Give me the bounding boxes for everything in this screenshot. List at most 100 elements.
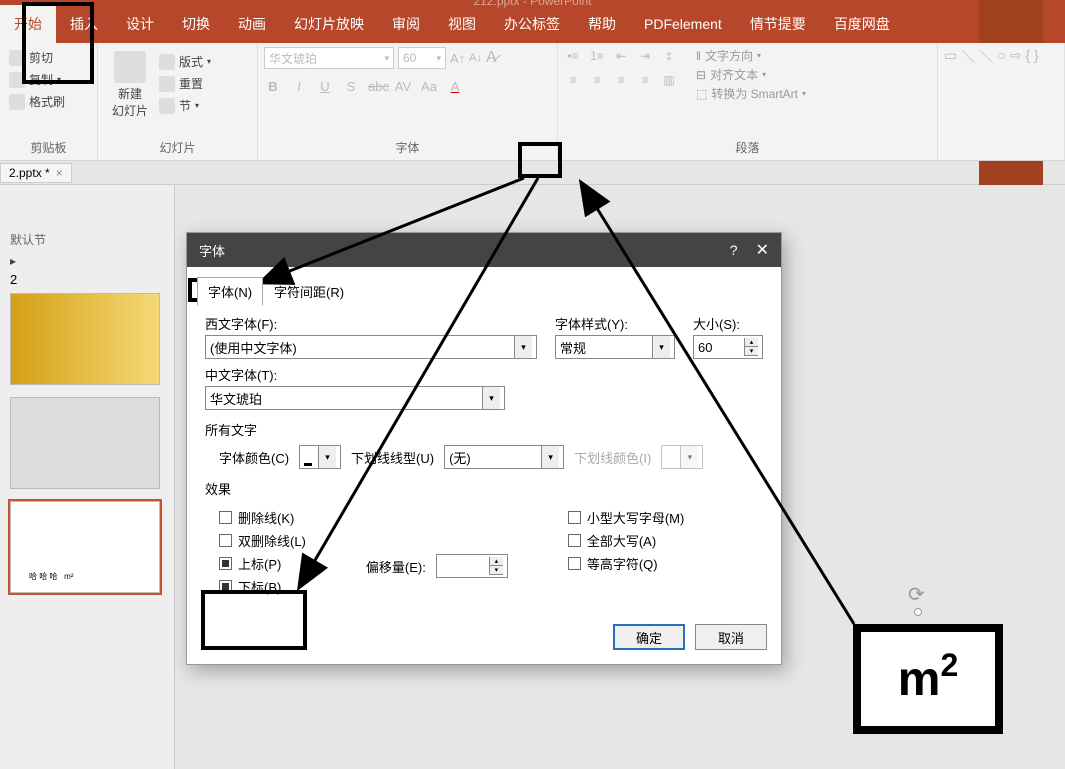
numbering-button[interactable]: 1≡ — [588, 47, 606, 65]
tab-home[interactable]: 开始 — [0, 5, 56, 43]
shape-line2-icon[interactable]: ＼ — [979, 47, 993, 67]
font-color-button[interactable]: A — [446, 79, 464, 94]
dropdown-icon: ▾ — [680, 446, 698, 468]
underline-button[interactable]: U — [316, 79, 334, 94]
align-center-button[interactable]: ≡ — [588, 71, 606, 89]
section-title[interactable]: 默认节 — [10, 231, 164, 248]
spin-up-icon[interactable]: ▴ — [745, 338, 758, 347]
text-direction-button[interactable]: ‖文字方向▾ — [696, 47, 806, 64]
indent-inc-button[interactable]: ⇥ — [636, 47, 654, 65]
spacing-button[interactable]: AV — [394, 79, 412, 94]
ok-button[interactable]: 确定 — [613, 624, 685, 650]
document-tab[interactable]: 2.pptx * × — [0, 163, 72, 183]
thumbnail-3[interactable] — [10, 397, 160, 489]
shape-ellipse-icon[interactable]: ○ — [997, 47, 1005, 63]
close-icon[interactable]: ✕ — [756, 240, 769, 260]
cjk-font-combo[interactable]: 华文琥珀▾ — [205, 386, 505, 410]
allcaps-label: 全部大写(A) — [587, 531, 656, 550]
rotate-handle-icon[interactable]: ⟳ — [908, 582, 925, 607]
format-painter-button[interactable]: 格式刷 — [6, 91, 68, 112]
tab-insert[interactable]: 插入 — [56, 5, 112, 43]
cancel-button[interactable]: 取消 — [695, 624, 767, 650]
selection-handle[interactable] — [914, 608, 922, 616]
shape-line-icon[interactable]: ＼ — [961, 47, 975, 67]
shape-arrow-icon[interactable]: ⇨ — [1010, 47, 1022, 64]
tab-design[interactable]: 设计 — [112, 5, 168, 43]
dialog-title: 字体 — [199, 241, 225, 260]
columns-button[interactable]: ▥ — [660, 71, 678, 89]
case-button[interactable]: Aa — [420, 79, 438, 94]
font-name-combo[interactable]: 华文琥珀▾ — [264, 47, 394, 69]
font-size-spinner[interactable]: 60▴▾ — [693, 335, 763, 359]
thumbnail-4[interactable]: 哈 哈 哈 m² — [10, 501, 160, 593]
layout-button[interactable]: 版式▾ — [156, 51, 214, 72]
superscript-checkbox[interactable]: 上标(P) — [219, 554, 306, 573]
shape-rect-icon[interactable]: ▭ — [944, 47, 957, 64]
font-style-combo[interactable]: 常规▾ — [555, 335, 675, 359]
tab-animation[interactable]: 动画 — [224, 5, 280, 43]
dropdown-icon: ▾ — [318, 446, 336, 468]
alltext-header: 所有文字 — [205, 420, 763, 439]
reset-button[interactable]: 重置 — [156, 73, 214, 94]
underline-type-combo[interactable]: (无)▾ — [444, 445, 564, 469]
tab-pdfelement[interactable]: PDFelement — [630, 5, 736, 43]
cut-button[interactable]: 剪切 — [6, 47, 68, 68]
smartart-label: 转换为 SmartArt — [711, 85, 798, 102]
new-slide-label1: 新建 — [118, 85, 142, 102]
new-slide-button[interactable]: 新建 幻灯片 — [104, 47, 156, 123]
shadow-button[interactable]: S — [342, 79, 360, 94]
section-button[interactable]: 节▾ — [156, 95, 214, 116]
latin-font-combo[interactable]: (使用中文字体)▾ — [205, 335, 537, 359]
tab-help[interactable]: 帮助 — [574, 5, 630, 43]
shrink-font-button[interactable]: A↓ — [469, 52, 482, 64]
help-icon[interactable]: ? — [730, 242, 738, 258]
ribbon-body: 剪切 复制▾ 格式刷 剪贴板 新建 幻灯片 版式▾ 重置 节▾ 幻灯片 华 — [0, 43, 1065, 161]
allcaps-checkbox[interactable]: 全部大写(A) — [568, 531, 685, 550]
tab-officetab[interactable]: 办公标签 — [490, 5, 574, 43]
dialog-tab-spacing[interactable]: 字符间距(R) — [263, 277, 355, 306]
tab-view[interactable]: 视图 — [434, 5, 490, 43]
shape-brace-icon[interactable]: { } — [1025, 47, 1038, 63]
smartart-button[interactable]: ⬚转换为 SmartArt▾ — [696, 85, 806, 102]
clear-format-button[interactable]: A̷ — [486, 49, 497, 67]
spin-down-icon[interactable]: ▾ — [490, 566, 503, 575]
align-left-button[interactable]: ≡ — [564, 71, 582, 89]
italic-button[interactable]: I — [290, 79, 308, 94]
font-dialog: 字体 ? ✕ 字体(N) 字符间距(R) 西文字体(F): (使用中文字体)▾ … — [186, 232, 782, 665]
strike-button[interactable]: abc — [368, 79, 386, 94]
dialog-titlebar[interactable]: 字体 ? ✕ — [187, 233, 781, 267]
font-color-picker[interactable]: ▾ — [299, 445, 341, 469]
font-size-combo[interactable]: 60▾ — [398, 47, 446, 69]
tab-transition[interactable]: 切换 — [168, 5, 224, 43]
thumbnail-2[interactable] — [10, 293, 160, 385]
dropdown-icon: ▾ — [436, 53, 441, 64]
spin-down-icon[interactable]: ▾ — [745, 347, 758, 356]
dialog-tab-font[interactable]: 字体(N) — [197, 277, 263, 306]
underline-color-label: 下划线颜色(I) — [574, 448, 651, 467]
tab-review[interactable]: 审阅 — [378, 5, 434, 43]
tab-baidu[interactable]: 百度网盘 — [820, 5, 904, 43]
effects-header: 效果 — [205, 479, 763, 498]
align-right-button[interactable]: ≡ — [612, 71, 630, 89]
offset-spinner[interactable]: ▴▾ — [436, 554, 508, 578]
equalheight-checkbox[interactable]: 等高字符(Q) — [568, 554, 685, 573]
indent-dec-button[interactable]: ⇤ — [612, 47, 630, 65]
smallcaps-checkbox[interactable]: 小型大写字母(M) — [568, 508, 685, 527]
tab-slideshow[interactable]: 幻灯片放映 — [280, 5, 378, 43]
dropdown-icon: ▾ — [384, 53, 389, 64]
group-paragraph: •≡ 1≡ ⇤ ⇥ ‡ ≡ ≡ ≡ ≡ ▥ ‖文字方向▾ ⊟对齐文本▾ ⬚转换为… — [558, 43, 938, 160]
subscript-checkbox[interactable]: 下标(B) — [219, 577, 306, 596]
copy-button[interactable]: 复制▾ — [6, 69, 68, 90]
bold-button[interactable]: B — [264, 79, 282, 94]
double-strike-checkbox[interactable]: 双删除线(L) — [219, 531, 306, 550]
bullets-button[interactable]: •≡ — [564, 47, 582, 65]
line-spacing-button[interactable]: ‡ — [660, 47, 678, 65]
tab-storyboard[interactable]: 情节提要 — [736, 5, 820, 43]
strike-checkbox[interactable]: 删除线(K) — [219, 508, 306, 527]
close-icon[interactable]: × — [56, 166, 63, 180]
superscript-label: 上标(P) — [238, 554, 281, 573]
align-text-button[interactable]: ⊟对齐文本▾ — [696, 66, 806, 83]
align-justify-button[interactable]: ≡ — [636, 71, 654, 89]
grow-font-button[interactable]: A↑ — [450, 51, 465, 66]
spin-up-icon[interactable]: ▴ — [490, 557, 503, 566]
